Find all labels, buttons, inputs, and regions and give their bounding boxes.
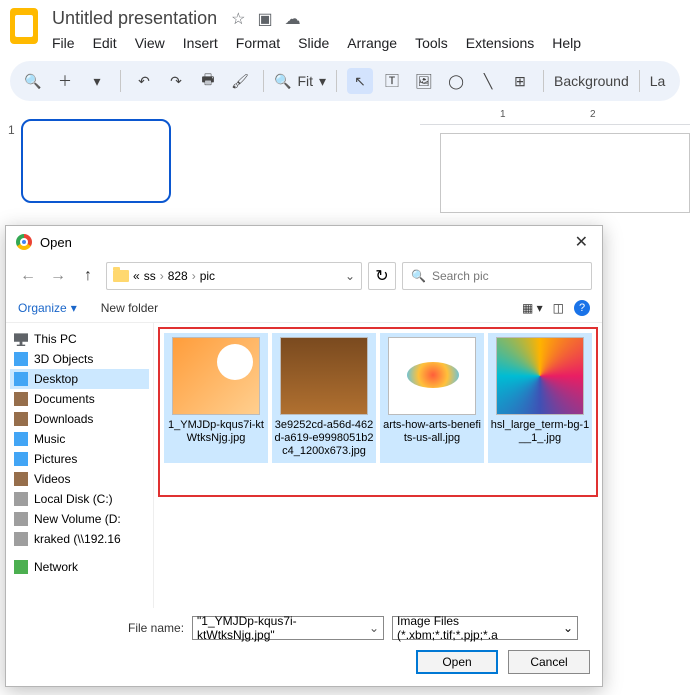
menu-edit[interactable]: Edit xyxy=(93,35,117,51)
chevron-down-icon: ▾ xyxy=(71,301,77,315)
ruler-tick: 1 xyxy=(500,109,506,120)
slide-thumbnail-panel: 1 xyxy=(0,107,200,215)
search-placeholder: Search pic xyxy=(432,269,489,283)
close-button[interactable]: ✕ xyxy=(571,232,592,252)
comment-tool[interactable]: ⊞ xyxy=(507,68,533,94)
refresh-button[interactable]: ↻ xyxy=(368,262,396,290)
search-icon: 🔍 xyxy=(411,269,426,283)
file-list: 1_YMJDp-kqus7i-ktWtksNjg.jpg 3e9252cd-a5… xyxy=(154,323,602,608)
undo-button[interactable]: ↶ xyxy=(131,68,157,94)
menu-file[interactable]: File xyxy=(52,35,75,51)
tree-documents[interactable]: Documents xyxy=(10,389,149,409)
folder-tree: This PC 3D Objects Desktop Documents Dow… xyxy=(6,323,154,608)
tree-music[interactable]: Music xyxy=(10,429,149,449)
tree-3d-objects[interactable]: 3D Objects xyxy=(10,349,149,369)
line-tool[interactable]: ╲ xyxy=(475,68,501,94)
slide-number: 1 xyxy=(8,123,15,203)
help-icon[interactable]: ? xyxy=(574,300,590,316)
new-slide-button[interactable]: ＋ xyxy=(52,68,78,94)
redo-button[interactable]: ↷ xyxy=(163,68,189,94)
dialog-title: Open xyxy=(40,235,72,250)
zoom-dropdown-icon[interactable]: ▾ xyxy=(319,73,326,90)
view-mode-button[interactable]: ▦ ▾ xyxy=(522,301,543,315)
menu-arrange[interactable]: Arrange xyxy=(347,35,397,51)
menu-insert[interactable]: Insert xyxy=(183,35,218,51)
tree-videos[interactable]: Videos xyxy=(10,469,149,489)
doc-title[interactable]: Untitled presentation xyxy=(52,8,217,29)
tree-kraked[interactable]: kraked (\\192.16 xyxy=(10,529,149,549)
print-button[interactable]: 🖶 xyxy=(195,68,221,94)
tree-local-disk[interactable]: Local Disk (C:) xyxy=(10,489,149,509)
back-button[interactable]: ← xyxy=(16,264,40,288)
slide-canvas[interactable] xyxy=(440,133,690,213)
ruler: 1 2 xyxy=(420,107,690,125)
filename-label: File name: xyxy=(128,621,184,635)
menu-slide[interactable]: Slide xyxy=(298,35,329,51)
bc-item[interactable]: ss xyxy=(144,269,156,283)
textbox-tool[interactable]: 🅃 xyxy=(379,68,405,94)
menu-help[interactable]: Help xyxy=(552,35,581,51)
organize-button[interactable]: Organize▾ xyxy=(18,301,77,315)
menu-extensions[interactable]: Extensions xyxy=(466,35,534,51)
star-icon[interactable]: ☆ xyxy=(231,9,245,29)
tree-this-pc[interactable]: This PC xyxy=(10,329,149,349)
file-thumbnail xyxy=(388,337,476,415)
menu-view[interactable]: View xyxy=(135,35,165,51)
chevron-down-icon[interactable]: ⌄ xyxy=(369,621,379,635)
tree-downloads[interactable]: Downloads xyxy=(10,409,149,429)
chevron-right-icon: › xyxy=(192,269,196,283)
zoom-level[interactable]: Fit xyxy=(297,73,313,89)
search-icon[interactable]: 🔍 xyxy=(20,68,46,94)
chevron-down-icon[interactable]: ⌄ xyxy=(563,621,573,635)
image-tool[interactable]: 🖼 xyxy=(411,68,437,94)
slides-logo-icon xyxy=(10,8,38,44)
chrome-icon xyxy=(16,234,32,250)
layout-button[interactable]: La xyxy=(650,73,666,89)
filename-input[interactable]: "1_YMJDp-kqus7i-ktWtksNjg.jpg"⌄ xyxy=(192,616,384,640)
file-type-filter[interactable]: Image Files (*.xbm;*.tif;*.pjp;*.a⌄ xyxy=(392,616,578,640)
search-input[interactable]: 🔍 Search pic xyxy=(402,262,592,290)
menu-format[interactable]: Format xyxy=(236,35,280,51)
new-folder-button[interactable]: New folder xyxy=(101,301,158,315)
bc-item[interactable]: pic xyxy=(200,269,215,283)
bc-item[interactable]: 828 xyxy=(168,269,188,283)
open-button[interactable]: Open xyxy=(416,650,498,674)
dropdown-icon[interactable]: ▾ xyxy=(84,68,110,94)
cancel-button[interactable]: Cancel xyxy=(508,650,590,674)
toolbar: 🔍 ＋ ▾ ↶ ↷ 🖶 🖌 🔍 Fit ▾ ↖ 🅃 🖼 ◯ ╲ ⊞ Backgr… xyxy=(10,61,680,101)
slide-thumbnail[interactable] xyxy=(21,119,171,203)
tree-new-volume[interactable]: New Volume (D: xyxy=(10,509,149,529)
menu-tools[interactable]: Tools xyxy=(415,35,448,51)
chevron-right-icon: › xyxy=(160,269,164,283)
tree-desktop[interactable]: Desktop xyxy=(10,369,149,389)
bc-root[interactable]: « xyxy=(133,269,140,283)
folder-icon xyxy=(113,270,129,282)
ruler-tick: 2 xyxy=(590,109,596,120)
paint-format-button[interactable]: 🖌 xyxy=(227,68,253,94)
tree-network[interactable]: Network xyxy=(10,557,149,577)
chevron-down-icon[interactable]: ⌄ xyxy=(345,269,355,283)
up-button[interactable]: ↑ xyxy=(76,264,100,288)
menubar: File Edit View Insert Format Slide Arran… xyxy=(52,35,581,51)
move-icon[interactable]: ▣ xyxy=(257,9,272,29)
breadcrumb[interactable]: « ss › 828 › pic ⌄ xyxy=(106,262,362,290)
slides-header: Untitled presentation ☆ ▣ ☁ File Edit Vi… xyxy=(0,0,690,55)
preview-pane-button[interactable]: ◫ xyxy=(553,301,564,315)
file-thumbnail xyxy=(172,337,260,415)
zoom-icon[interactable]: 🔍 xyxy=(274,73,291,90)
tree-pictures[interactable]: Pictures xyxy=(10,449,149,469)
select-tool[interactable]: ↖ xyxy=(347,68,373,94)
file-open-dialog: Open ✕ ← → ↑ « ss › 828 › pic ⌄ ↻ 🔍 Sear… xyxy=(5,225,603,687)
shape-tool[interactable]: ◯ xyxy=(443,68,469,94)
cloud-icon[interactable]: ☁ xyxy=(285,9,301,29)
background-button[interactable]: Background xyxy=(554,73,629,89)
forward-button[interactable]: → xyxy=(46,264,70,288)
